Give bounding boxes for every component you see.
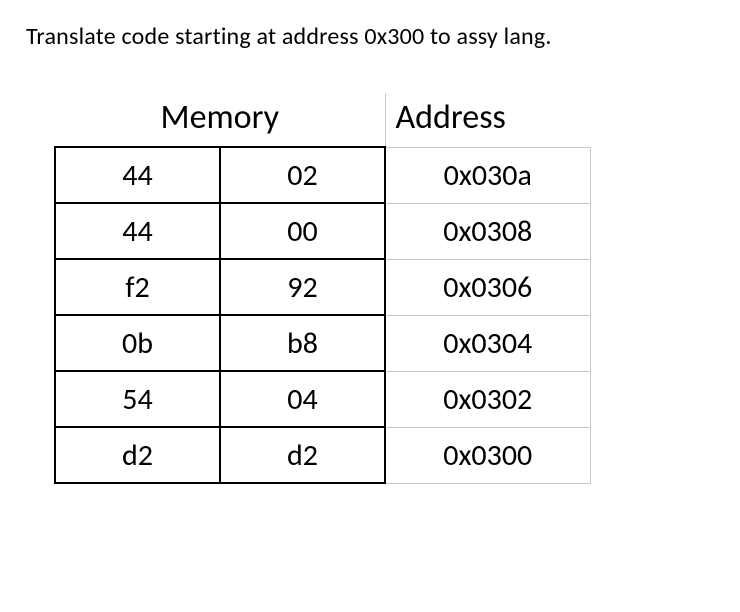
memory-high-byte: 44: [55, 147, 220, 203]
memory-high-byte: 44: [55, 203, 220, 259]
table-row: 44 02 0x030a: [55, 147, 590, 203]
table-row: d2 d2 0x0300: [55, 427, 590, 483]
memory-table: Memory Address 44 02 0x030a 44 00 0x0308…: [54, 93, 591, 484]
memory-address: 0x0306: [385, 259, 590, 315]
memory-address: 0x0308: [385, 203, 590, 259]
memory-high-byte: d2: [55, 427, 220, 483]
col-header-address: Address: [385, 93, 590, 147]
memory-high-byte: 54: [55, 371, 220, 427]
memory-low-byte: 02: [220, 147, 385, 203]
table-row: f2 92 0x0306: [55, 259, 590, 315]
memory-address: 0x0300: [385, 427, 590, 483]
memory-low-byte: 04: [220, 371, 385, 427]
memory-low-byte: b8: [220, 315, 385, 371]
memory-address: 0x0304: [385, 315, 590, 371]
memory-low-byte: d2: [220, 427, 385, 483]
memory-high-byte: 0b: [55, 315, 220, 371]
memory-low-byte: 92: [220, 259, 385, 315]
prompt-text: Translate code starting at address 0x300…: [26, 22, 714, 51]
memory-high-byte: f2: [55, 259, 220, 315]
table-row: 44 00 0x0308: [55, 203, 590, 259]
memory-table-container: Memory Address 44 02 0x030a 44 00 0x0308…: [54, 93, 714, 484]
memory-low-byte: 00: [220, 203, 385, 259]
table-row: 0b b8 0x0304: [55, 315, 590, 371]
table-row: 54 04 0x0302: [55, 371, 590, 427]
col-header-memory: Memory: [55, 93, 385, 147]
memory-address: 0x0302: [385, 371, 590, 427]
memory-address: 0x030a: [385, 147, 590, 203]
